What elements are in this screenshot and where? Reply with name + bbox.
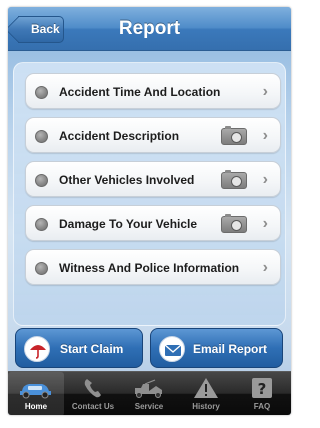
menu-item-other-vehicles[interactable]: Other Vehicles Involved › xyxy=(25,161,281,197)
menu-item-vehicle-damage[interactable]: Damage To Your Vehicle › xyxy=(25,205,281,241)
navigation-bar: Report Back xyxy=(8,7,291,51)
tab-label: History xyxy=(192,402,220,411)
tab-label: Contact Us xyxy=(71,402,115,411)
menu-item-accident-description[interactable]: Accident Description › xyxy=(25,117,281,153)
chevron-right-icon: › xyxy=(262,127,268,144)
menu-item-label: Accident Time And Location xyxy=(59,85,221,99)
envelope-icon xyxy=(159,336,185,362)
menu-item-accident-time-location[interactable]: Accident Time And Location › xyxy=(25,73,281,109)
chevron-right-icon: › xyxy=(262,83,268,100)
app-screen: Report Back Accident Time And Location ›… xyxy=(8,7,291,415)
umbrella-icon xyxy=(24,336,50,362)
menu-item-witness-police[interactable]: Witness And Police Information › xyxy=(25,249,281,285)
menu-item-label: Damage To Your Vehicle xyxy=(59,217,198,231)
camera-icon xyxy=(221,214,247,233)
start-claim-label: Start Claim xyxy=(60,342,124,356)
tow-truck-icon xyxy=(121,376,177,400)
tab-contact-us[interactable]: Contact Us xyxy=(65,372,121,415)
chevron-right-icon: › xyxy=(262,171,268,188)
status-dot-icon xyxy=(35,174,48,187)
svg-text:?: ? xyxy=(258,380,267,398)
question-icon: ? xyxy=(234,376,290,400)
status-dot-icon xyxy=(35,130,48,143)
status-dot-icon xyxy=(35,218,48,231)
tab-label: FAQ xyxy=(253,402,271,411)
camera-icon xyxy=(221,170,247,189)
tab-label: Home xyxy=(24,402,48,411)
email-report-button[interactable]: Email Report xyxy=(150,328,283,368)
status-dot-icon xyxy=(35,262,48,275)
chevron-right-icon: › xyxy=(262,215,268,232)
chevron-right-icon: › xyxy=(262,259,268,276)
back-button[interactable]: Back xyxy=(18,16,64,43)
tab-history[interactable]: History xyxy=(178,372,234,415)
status-dot-icon xyxy=(35,86,48,99)
tab-service[interactable]: Service xyxy=(121,372,177,415)
report-menu-panel: Accident Time And Location › Accident De… xyxy=(13,62,286,326)
menu-item-label: Other Vehicles Involved xyxy=(59,173,195,187)
email-report-label: Email Report xyxy=(193,342,268,356)
tab-faq[interactable]: ? FAQ xyxy=(234,372,290,415)
menu-item-label: Witness And Police Information xyxy=(59,261,240,275)
tab-home[interactable]: Home xyxy=(8,372,64,415)
tab-bar: Home Contact Us Service History ? FAQ xyxy=(8,371,291,415)
phone-icon xyxy=(65,376,121,400)
menu-item-label: Accident Description xyxy=(59,129,180,143)
tab-label: Service xyxy=(134,402,164,411)
car-icon xyxy=(8,376,64,400)
warning-icon xyxy=(178,376,234,400)
start-claim-button[interactable]: Start Claim xyxy=(15,328,143,368)
camera-icon xyxy=(221,126,247,145)
